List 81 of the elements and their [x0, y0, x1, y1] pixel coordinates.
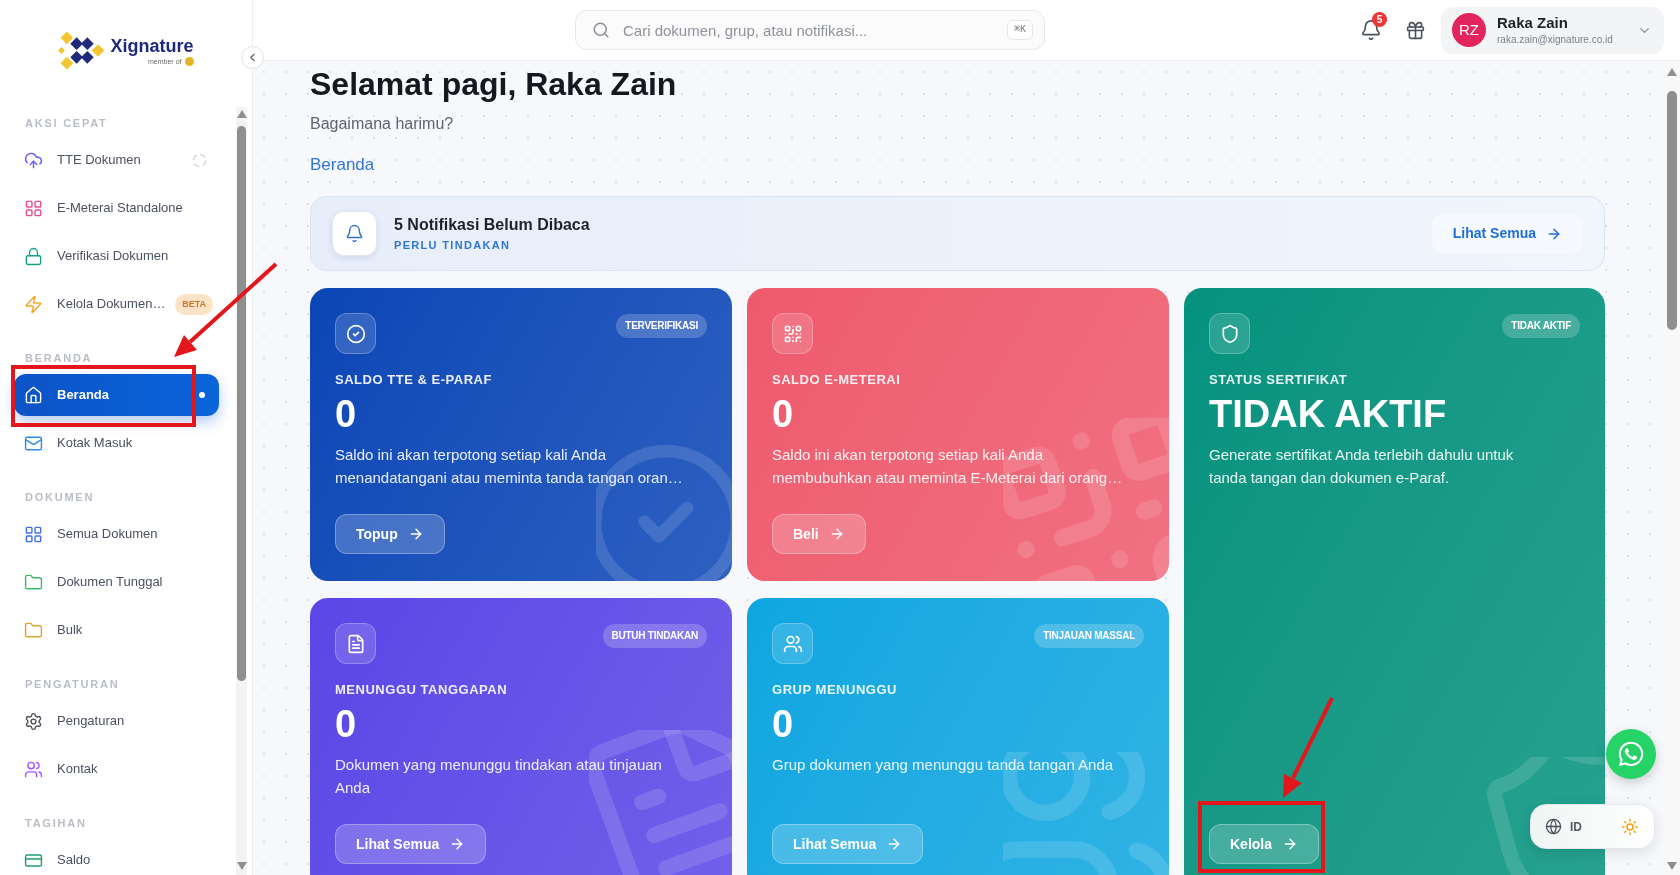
card-description: Saldo ini akan terpotong setiap kali Anda menandatangani atau meminta tanda tangan oran… — [335, 445, 684, 488]
card-description: Generate sertifikat Anda terlebih dahulu untuk tanda tangan dan dokumen e-Paraf. — [1209, 445, 1515, 488]
mail-icon — [24, 433, 43, 453]
sidebar-item[interactable]: Beranda — [14, 374, 219, 416]
card-title: SALDO TTE & E-PARAF — [335, 371, 492, 389]
language-button[interactable]: ID — [1545, 817, 1582, 836]
shield-icon — [1209, 313, 1250, 354]
grid-icon — [24, 198, 43, 218]
gear-icon — [24, 711, 43, 731]
card-title: GRUP MENUNGGU — [772, 681, 897, 699]
sidebar-item[interactable]: Kotak Masuk — [14, 422, 219, 464]
document-icon — [335, 623, 376, 664]
notice-title: 5 Notifikasi Belum Dibaca — [394, 215, 591, 235]
scroll-down-icon[interactable] — [236, 862, 247, 870]
section-label: BERANDA — [24, 351, 94, 365]
status-badge: TERVERIFIKASI — [616, 314, 707, 338]
sidebar-item[interactable]: Bulk — [14, 609, 219, 651]
notification-badge: 5 — [1372, 12, 1387, 27]
card-description: Grup dokumen yang menunggu tanda tangan Anda — [772, 755, 1114, 775]
view-all-button[interactable]: Lihat Semua — [1431, 214, 1583, 253]
page-title: Selamat pagi, Raka Zain — [310, 65, 678, 104]
section-label: DOKUMEN — [24, 490, 96, 504]
scrollbar-thumb[interactable] — [1666, 91, 1677, 330]
card-action-button[interactable]: Lihat Semua — [335, 824, 487, 864]
folder-icon — [24, 620, 43, 640]
users-icon — [772, 623, 813, 664]
notice-subtitle: PERLU TINDAKAN — [394, 238, 512, 253]
user-menu[interactable]: RZ Raka Zain raka.zain@xignature.co.id — [1441, 6, 1664, 54]
lightning-icon — [24, 294, 43, 314]
status-badge: BUTUH TINDAKAN — [602, 624, 707, 648]
scroll-up-icon[interactable] — [1666, 68, 1677, 76]
card-description: Dokumen yang menunggu tindakan atau tinjauan Anda — [335, 755, 663, 798]
card-value: 0 — [335, 704, 357, 744]
section-label: PENGATURAN — [24, 677, 121, 691]
card-description: Saldo ini akan terpotong setiap kali Anda membubuhkan atau meminta E-Meterai dari orang… — [772, 445, 1124, 488]
phone-chat-icon — [1617, 740, 1645, 768]
card-value: TIDAK AKTIF — [1209, 394, 1447, 434]
sidebar-item[interactable]: Pengaturan — [14, 700, 219, 742]
bell-icon — [332, 211, 377, 256]
globe-icon — [1545, 818, 1562, 835]
status-badge: TINJAUAN MASSAL — [1034, 624, 1144, 648]
sidebar-item[interactable]: Verifikasi Dokumen — [14, 235, 219, 277]
diamond-logo-icon — [58, 31, 106, 70]
beta-badge: BETA — [175, 293, 213, 315]
sidebar-item[interactable]: Semua Dokumen — [14, 513, 219, 555]
sun-icon[interactable] — [1621, 817, 1639, 836]
qr-code-icon — [772, 313, 813, 354]
card-action-button[interactable]: Topup — [335, 514, 445, 554]
card-value: 0 — [772, 394, 794, 434]
sidebar-item[interactable]: Dokumen Tunggal — [14, 561, 219, 603]
card-value: 0 — [335, 394, 357, 434]
scrollbar[interactable] — [1663, 61, 1680, 875]
scroll-up-icon[interactable] — [236, 110, 247, 118]
lock-icon — [24, 246, 43, 266]
section-label: TAGIHAN — [24, 816, 88, 830]
folder-icon — [24, 572, 43, 592]
scrollbar-thumb[interactable] — [237, 126, 246, 681]
sidebar-item[interactable]: Kelola Dokumen… BETA — [14, 283, 219, 325]
user-avatar: RZ — [1452, 13, 1486, 47]
users-icon — [24, 759, 43, 779]
section-label: AKSI CEPAT — [24, 116, 109, 130]
scroll-down-icon[interactable] — [1666, 862, 1677, 870]
card-title: MENUNGGU TANGGAPAN — [335, 681, 508, 699]
search-icon — [592, 21, 610, 39]
page-subtitle: Bagaimana harimu? — [310, 114, 455, 134]
home-icon — [24, 385, 43, 405]
circle-emblem-icon — [184, 57, 194, 66]
card-title: STATUS SERTIFIKAT — [1209, 371, 1348, 389]
status-badge: TIDAK AKTIF — [1502, 314, 1580, 338]
card-value: 0 — [772, 704, 794, 744]
sidebar-item[interactable]: Saldo — [14, 839, 219, 875]
cloud-upload-icon — [24, 150, 43, 170]
breadcrumb-link[interactable]: Beranda — [310, 154, 1605, 176]
sidebar-item[interactable]: Kontak — [14, 748, 219, 790]
gift-icon[interactable] — [1404, 19, 1426, 41]
card-title: SALDO E-METERAI — [772, 371, 901, 389]
brand-name: Xignature — [110, 34, 194, 57]
scrollbar[interactable] — [236, 107, 247, 875]
sidebar-item[interactable]: E-Meterai Standalone — [14, 187, 219, 229]
sidebar-item[interactable]: TTE Dokumen — [14, 139, 219, 181]
grid-icon — [24, 524, 43, 544]
